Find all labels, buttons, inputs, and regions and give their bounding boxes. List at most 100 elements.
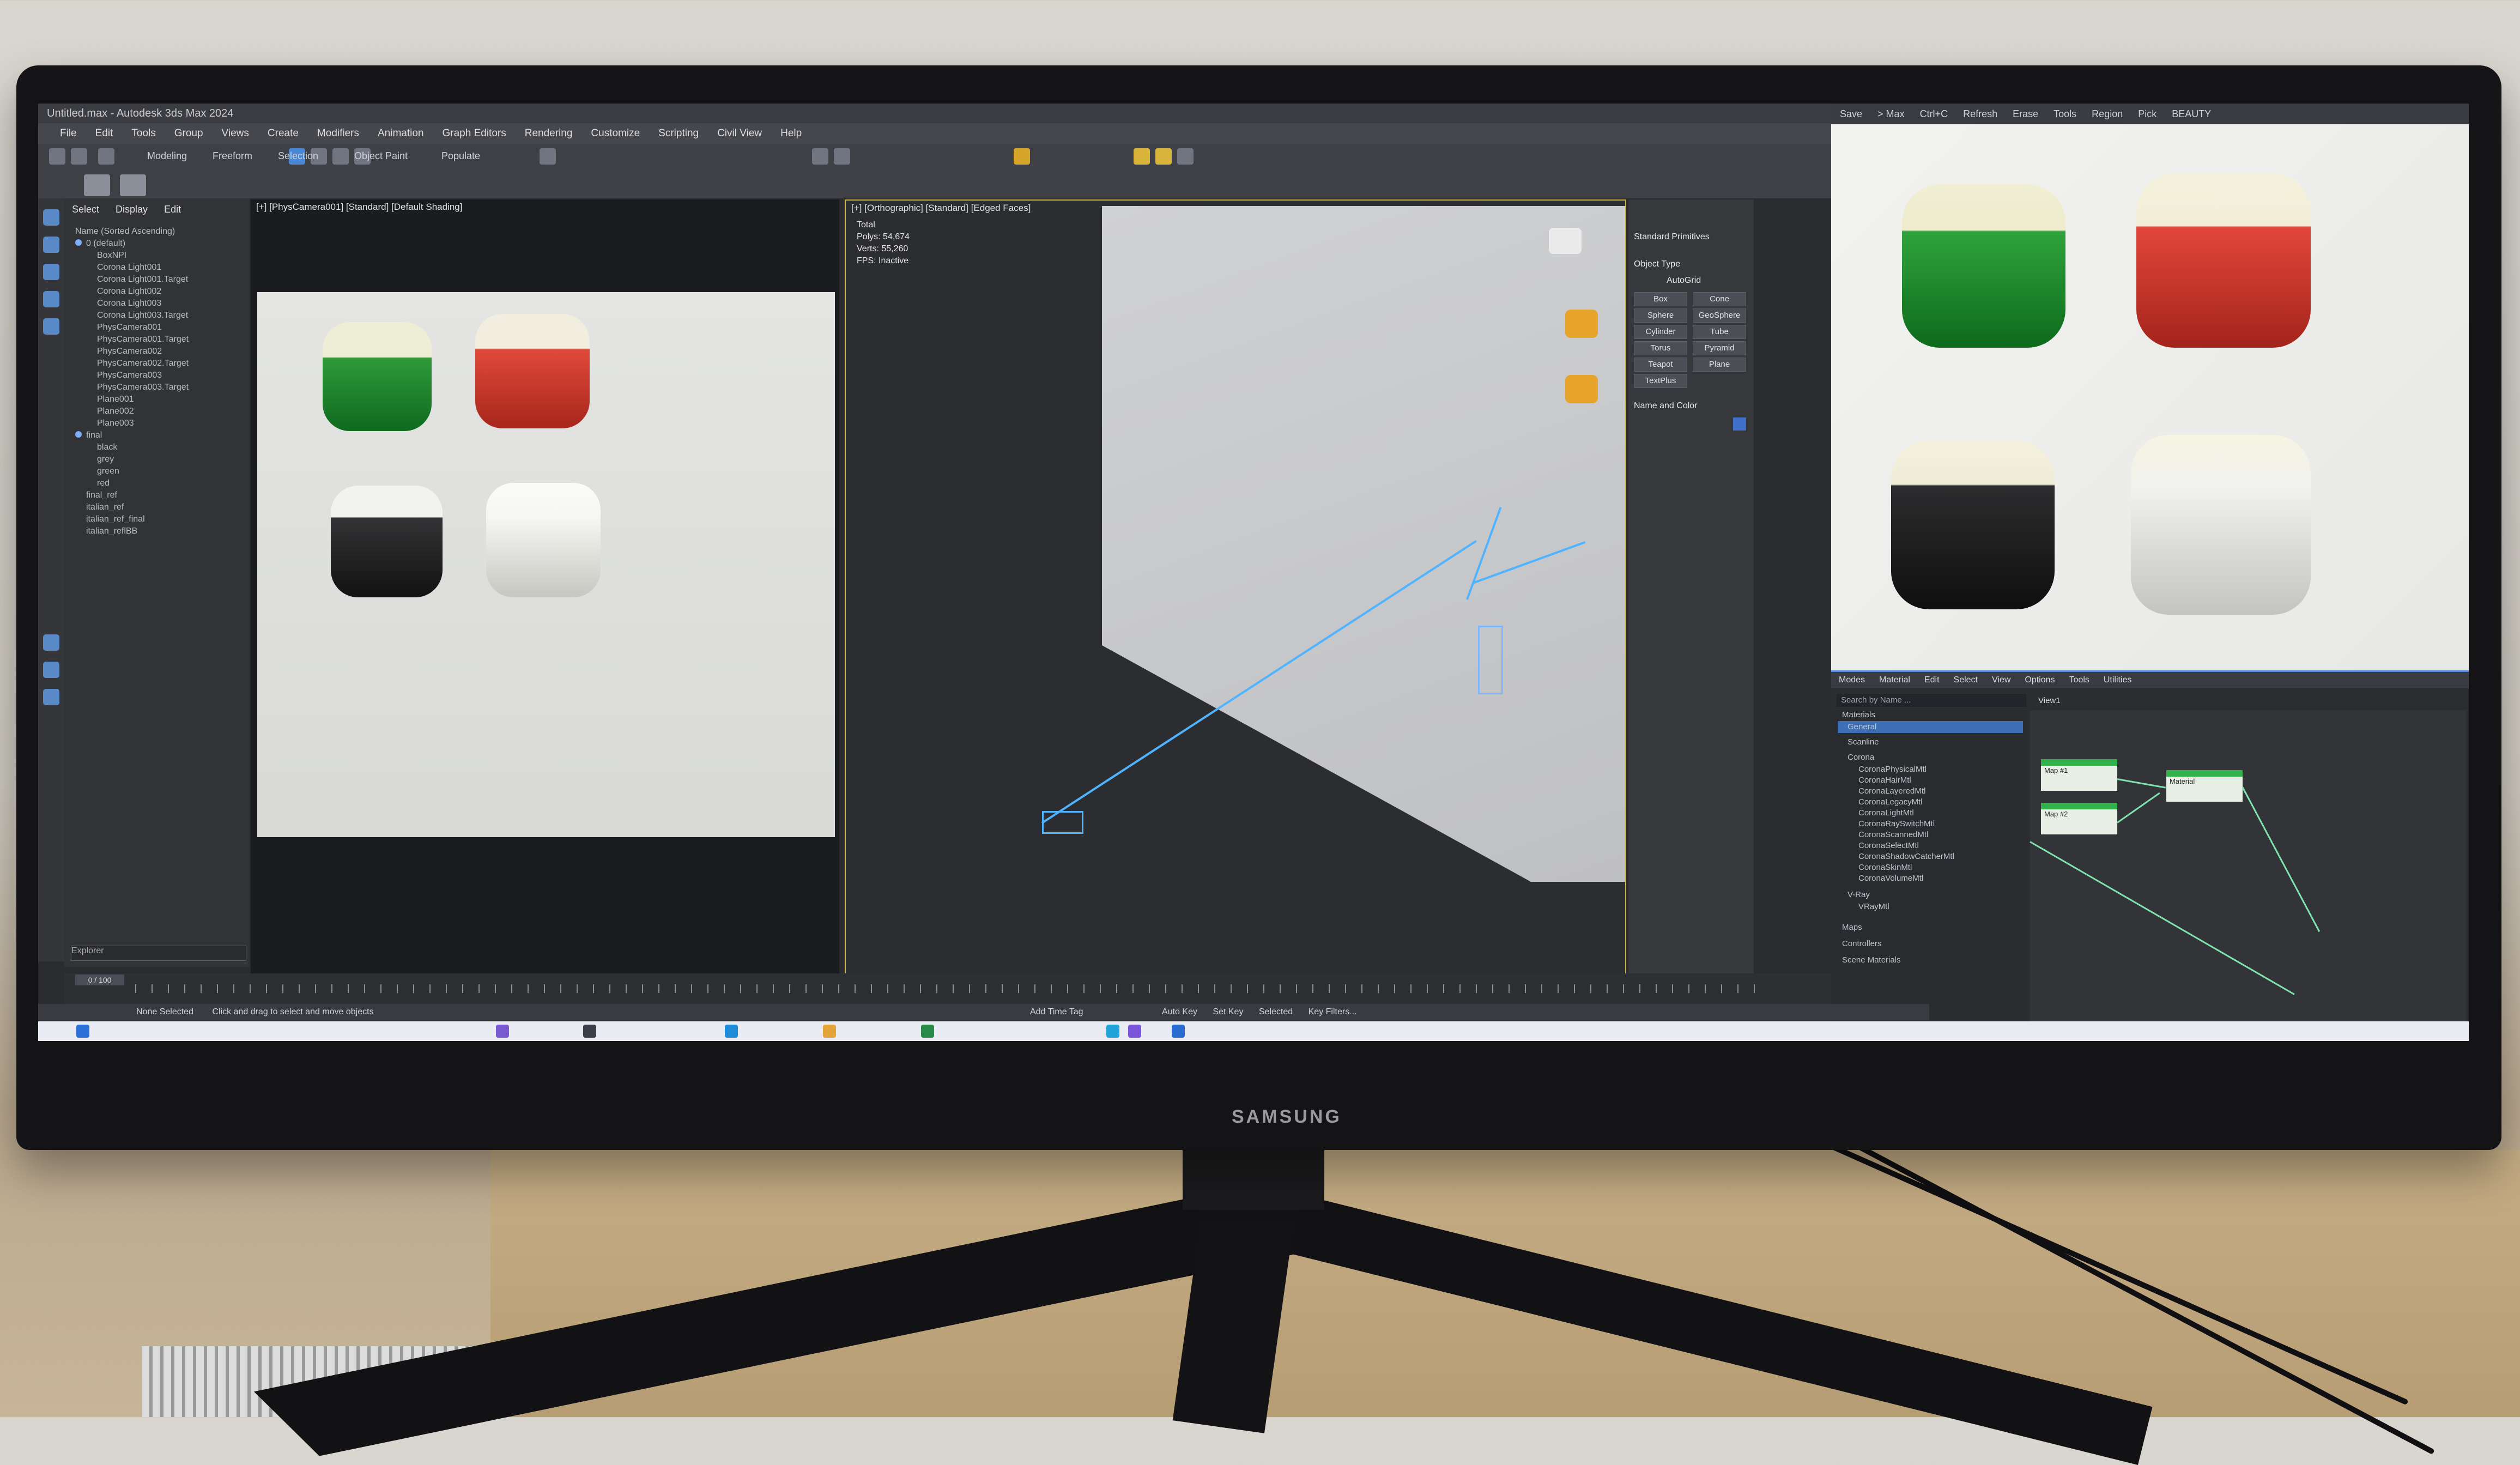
tree-item[interactable]: PhysCamera001: [97, 322, 162, 334]
tree-item[interactable]: 0 (default): [75, 238, 125, 250]
slate-menu-material[interactable]: Material: [1879, 675, 1910, 685]
slate-menu-options[interactable]: Options: [2025, 675, 2055, 685]
tree-item[interactable]: grey: [97, 453, 114, 465]
fb-erase-button[interactable]: Erase: [2013, 108, 2038, 120]
object-color-swatch[interactable]: [1733, 417, 1746, 431]
key-selection-dropdown[interactable]: Selected: [1259, 1007, 1293, 1016]
tab-selection[interactable]: Selection: [278, 150, 318, 162]
create-cylinder-button[interactable]: Cylinder: [1634, 325, 1687, 339]
map-node[interactable]: Map #2: [2041, 803, 2117, 834]
browser-item[interactable]: VRayMtl: [1858, 902, 1889, 911]
app-icon[interactable]: [1172, 1025, 1185, 1038]
browser-group[interactable]: Corona: [1847, 753, 1874, 762]
filter-icon[interactable]: [43, 209, 59, 226]
map-node[interactable]: Map #1: [2041, 759, 2117, 791]
start-icon[interactable]: [76, 1025, 89, 1038]
explorer-tab-select[interactable]: Select: [72, 204, 99, 215]
tab-populate[interactable]: Populate: [441, 150, 480, 162]
name-and-color-rollout[interactable]: Name and Color: [1634, 401, 1698, 411]
browser-item[interactable]: CoronaHairMtl: [1858, 776, 1911, 785]
app-icon[interactable]: [496, 1025, 509, 1038]
menu-item-rendering[interactable]: Rendering: [525, 128, 573, 140]
browser-item[interactable]: CoronaLegacyMtl: [1858, 797, 1923, 807]
camera-filter-icon[interactable]: [43, 291, 59, 307]
menu-item-customize[interactable]: Customize: [591, 128, 640, 140]
axis-x-icon[interactable]: [43, 662, 59, 678]
browser-group[interactable]: V-Ray: [1847, 890, 1870, 899]
menu-item-views[interactable]: Views: [222, 128, 249, 140]
tree-item[interactable]: italian_ref_final: [86, 513, 145, 525]
slate-view-tab[interactable]: View1: [2038, 696, 2061, 705]
app-icon[interactable]: [583, 1025, 596, 1038]
render-frame-icon[interactable]: [1177, 148, 1194, 165]
mirror-icon[interactable]: [812, 148, 828, 165]
menu-item-create[interactable]: Create: [268, 128, 299, 140]
app-icon[interactable]: [1128, 1025, 1141, 1038]
menu-item-edit[interactable]: Edit: [95, 128, 113, 140]
axis-y-icon[interactable]: [43, 634, 59, 651]
tree-item[interactable]: Plane001: [97, 394, 134, 405]
create-box-button[interactable]: Box: [1634, 292, 1687, 306]
viewcube-icon[interactable]: [1549, 228, 1582, 254]
tree-item[interactable]: Plane003: [97, 417, 134, 429]
explorer-tab-edit[interactable]: Edit: [164, 204, 181, 215]
browser-item[interactable]: CoronaShadowCatcherMtl: [1858, 852, 1954, 861]
tree-item[interactable]: final: [75, 429, 102, 441]
add-time-tag-button[interactable]: Add Time Tag: [1030, 1007, 1083, 1016]
tree-item[interactable]: Corona Light003: [97, 298, 161, 310]
browser-item[interactable]: CoronaSelectMtl: [1858, 841, 1919, 850]
app-icon[interactable]: [725, 1025, 738, 1038]
fb-refresh-button[interactable]: Refresh: [1963, 108, 1997, 120]
create-tube-button[interactable]: Tube: [1693, 325, 1746, 339]
light-icon[interactable]: [1478, 626, 1503, 694]
slate-search-input[interactable]: Search by Name ...: [1837, 694, 2026, 707]
menu-item-file[interactable]: File: [60, 128, 77, 140]
tree-item[interactable]: italian_reflBB: [86, 525, 137, 537]
browser-group[interactable]: Materials: [1842, 710, 1875, 719]
fb-tools-button[interactable]: Tools: [2053, 108, 2076, 120]
tree-item[interactable]: Plane002: [97, 405, 134, 417]
freeform-brush-icon[interactable]: [84, 174, 110, 196]
browser-item[interactable]: CoronaRaySwitchMtl: [1858, 819, 1935, 828]
create-pyramid-button[interactable]: Pyramid: [1693, 341, 1746, 355]
object-type-rollout[interactable]: Object Type: [1634, 259, 1680, 269]
browser-item[interactable]: CoronaScannedMtl: [1858, 830, 1928, 839]
slate-menu-modes[interactable]: Modes: [1839, 675, 1865, 685]
app-icon[interactable]: [921, 1025, 934, 1038]
explorer-selector[interactable]: Explorer: [71, 946, 246, 961]
material-editor-icon[interactable]: [1014, 148, 1030, 165]
explorer-header[interactable]: Name (Sorted Ascending): [75, 226, 175, 238]
browser-group[interactable]: Controllers: [1842, 939, 1882, 948]
rotate-icon[interactable]: [332, 148, 349, 165]
tree-item[interactable]: italian_ref: [86, 501, 124, 513]
axis-z-icon[interactable]: [43, 689, 59, 705]
tile-object[interactable]: [1565, 375, 1598, 403]
menu-item-scripting[interactable]: Scripting: [658, 128, 699, 140]
tree-item[interactable]: PhysCamera002: [97, 346, 162, 358]
helper-filter-icon[interactable]: [43, 318, 59, 335]
browser-item[interactable]: CoronaSkinMtl: [1858, 863, 1912, 872]
tree-item[interactable]: black: [97, 441, 117, 453]
timeline[interactable]: 0 / 100: [64, 973, 1831, 1004]
browser-group[interactable]: Scanline: [1847, 737, 1879, 747]
create-plane-button[interactable]: Plane: [1693, 358, 1746, 372]
slate-menu-edit[interactable]: Edit: [1924, 675, 1940, 685]
app-icon[interactable]: [1106, 1025, 1119, 1038]
menu-item-modifiers[interactable]: Modifiers: [317, 128, 359, 140]
menu-item-group[interactable]: Group: [174, 128, 203, 140]
viewport-orthographic[interactable]: [+] [Orthographic] [Standard] [Edged Fac…: [845, 199, 1626, 976]
browser-item[interactable]: CoronaLightMtl: [1858, 808, 1914, 818]
redo-icon[interactable]: [71, 148, 87, 165]
tab-freeform[interactable]: Freeform: [213, 150, 252, 162]
menu-item-civil-view[interactable]: Civil View: [717, 128, 762, 140]
browser-icon[interactable]: [823, 1025, 836, 1038]
fb-save-button[interactable]: Save: [1840, 108, 1862, 120]
align-icon[interactable]: [834, 148, 850, 165]
create-geosphere-button[interactable]: GeoSphere: [1693, 308, 1746, 323]
create-textplus-button[interactable]: TextPlus: [1634, 374, 1687, 388]
create-sphere-button[interactable]: Sphere: [1634, 308, 1687, 323]
snap-icon[interactable]: [540, 148, 556, 165]
viewport-label[interactable]: [+] [PhysCamera001] [Standard] [Default …: [256, 202, 462, 213]
light-filter-icon[interactable]: [43, 264, 59, 280]
tab-object-paint[interactable]: Object Paint: [354, 150, 408, 162]
